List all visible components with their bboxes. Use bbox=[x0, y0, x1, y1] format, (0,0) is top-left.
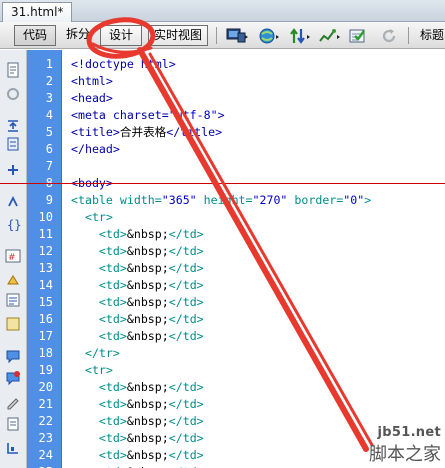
line-number: 23 bbox=[38, 431, 53, 445]
visual-aids-icon[interactable] bbox=[319, 27, 341, 45]
document-tab-bar: 31.html* bbox=[0, 0, 445, 22]
line-number: 9 bbox=[45, 193, 53, 207]
line-number: 10 bbox=[38, 210, 53, 224]
line-number: 3 bbox=[45, 91, 53, 105]
code-line[interactable]: <title>合并表格</title> bbox=[71, 124, 222, 141]
line-number-gutter: 1234567891011121314151617181920212223242… bbox=[27, 50, 62, 468]
line-number: 2 bbox=[45, 74, 53, 88]
code-line[interactable]: <td>&nbsp;</td> bbox=[71, 379, 204, 396]
code-line[interactable]: <td>&nbsp;</td> bbox=[71, 294, 204, 311]
code-line[interactable]: <table width="365" height="270" border="… bbox=[71, 192, 371, 209]
line-number: 15 bbox=[38, 295, 53, 309]
remove-comment-icon[interactable] bbox=[5, 370, 21, 386]
line-number: 25 bbox=[23, 464, 53, 468]
line-number: 1 bbox=[45, 57, 53, 71]
split-view-button[interactable]: 拆分 bbox=[63, 25, 93, 46]
document-toolbar: 代码 拆分 设计 实时视图 标题 bbox=[0, 22, 445, 49]
collapse-tag-icon[interactable] bbox=[5, 118, 21, 134]
open-documents-icon[interactable] bbox=[5, 62, 21, 78]
line-number: 18 bbox=[38, 346, 53, 360]
toolbar-separator bbox=[216, 27, 217, 44]
line-number: 24 bbox=[38, 448, 53, 462]
code-line[interactable]: <!doctype html> bbox=[71, 56, 176, 73]
preview-globe-icon[interactable] bbox=[259, 27, 281, 45]
insertion-point-line bbox=[0, 183, 445, 184]
code-line[interactable]: <td>&nbsp;</td> bbox=[71, 311, 204, 328]
line-number: 14 bbox=[38, 278, 53, 292]
svg-text:{}: {} bbox=[7, 218, 21, 232]
code-line[interactable]: <meta charset="utf-8"> bbox=[71, 107, 225, 124]
code-line[interactable]: <tr> bbox=[71, 209, 113, 226]
code-line[interactable]: <td>&nbsp;</td> bbox=[71, 328, 204, 345]
code-editor[interactable]: <!doctype html> <html> <head> <meta charset… bbox=[62, 50, 445, 468]
line-number: 7 bbox=[45, 159, 53, 173]
line-number: 5 bbox=[45, 125, 53, 139]
line-number: 20 bbox=[38, 380, 53, 394]
toolbar-separator bbox=[408, 27, 409, 44]
svg-text:#: # bbox=[8, 253, 16, 263]
balance-braces-icon[interactable]: {} bbox=[5, 216, 21, 232]
line-number: 21 bbox=[38, 397, 53, 411]
line-number: 16 bbox=[38, 312, 53, 326]
select-parent-tag-icon[interactable] bbox=[5, 194, 21, 210]
collapse-selection-icon[interactable] bbox=[5, 136, 21, 152]
refresh-icon[interactable] bbox=[380, 27, 398, 45]
code-line[interactable]: <td>&nbsp;</td> bbox=[71, 396, 204, 413]
line-number: 12 bbox=[38, 244, 53, 258]
syntax-coloring-icon[interactable] bbox=[5, 292, 21, 308]
highlight-invalid-code-icon[interactable] bbox=[5, 272, 21, 288]
line-number: 13 bbox=[38, 261, 53, 275]
design-view-button[interactable]: 设计 bbox=[100, 25, 142, 46]
code-line[interactable]: <td>&nbsp;</td> bbox=[71, 243, 204, 260]
wrap-tag-icon[interactable] bbox=[5, 394, 21, 410]
line-number: 22 bbox=[38, 414, 53, 428]
expand-all-icon[interactable] bbox=[5, 162, 21, 178]
auto-indent-icon[interactable] bbox=[5, 316, 21, 332]
line-number: 17 bbox=[38, 329, 53, 343]
code-line[interactable]: <td>&nbsp;</td> bbox=[71, 413, 204, 430]
code-line[interactable]: </head> bbox=[71, 141, 120, 158]
apply-comment-icon[interactable] bbox=[5, 348, 21, 364]
line-number: 4 bbox=[45, 108, 53, 122]
live-view-button[interactable]: 实时视图 bbox=[148, 25, 208, 46]
line-numbers-icon[interactable]: # bbox=[5, 248, 21, 264]
recent-snippets-icon[interactable] bbox=[5, 416, 21, 432]
line-number: 19 bbox=[38, 363, 53, 377]
code-line[interactable]: <td>&nbsp;</td> bbox=[71, 260, 204, 277]
code-line[interactable]: <tr> bbox=[71, 362, 113, 379]
validate-icon[interactable] bbox=[349, 27, 371, 45]
document-title-label: 标题 bbox=[420, 28, 445, 42]
line-number: 11 bbox=[38, 227, 53, 241]
show-code-navigator-icon[interactable] bbox=[5, 86, 21, 102]
line-number: 6 bbox=[45, 142, 53, 156]
document-tab[interactable]: 31.html* bbox=[2, 2, 73, 22]
code-line[interactable]: <td>&nbsp;</td> bbox=[71, 226, 204, 243]
code-view-button[interactable]: 代码 bbox=[14, 25, 56, 46]
code-line[interactable]: <td>&nbsp;</td> bbox=[71, 447, 204, 464]
file-management-icon[interactable] bbox=[289, 27, 311, 45]
code-line[interactable]: <html> bbox=[71, 73, 113, 90]
code-line[interactable]: <td>&nbsp;</td> bbox=[71, 430, 204, 447]
code-line[interactable]: </tr> bbox=[71, 345, 120, 362]
code-line[interactable]: <td>&nbsp;</td> bbox=[71, 277, 204, 294]
code-line[interactable]: <head> bbox=[71, 90, 113, 107]
move-css-icon[interactable] bbox=[5, 440, 21, 456]
multiscreen-icon[interactable] bbox=[226, 27, 248, 45]
code-line[interactable]: <td>&nbsp;</td> bbox=[71, 464, 204, 468]
